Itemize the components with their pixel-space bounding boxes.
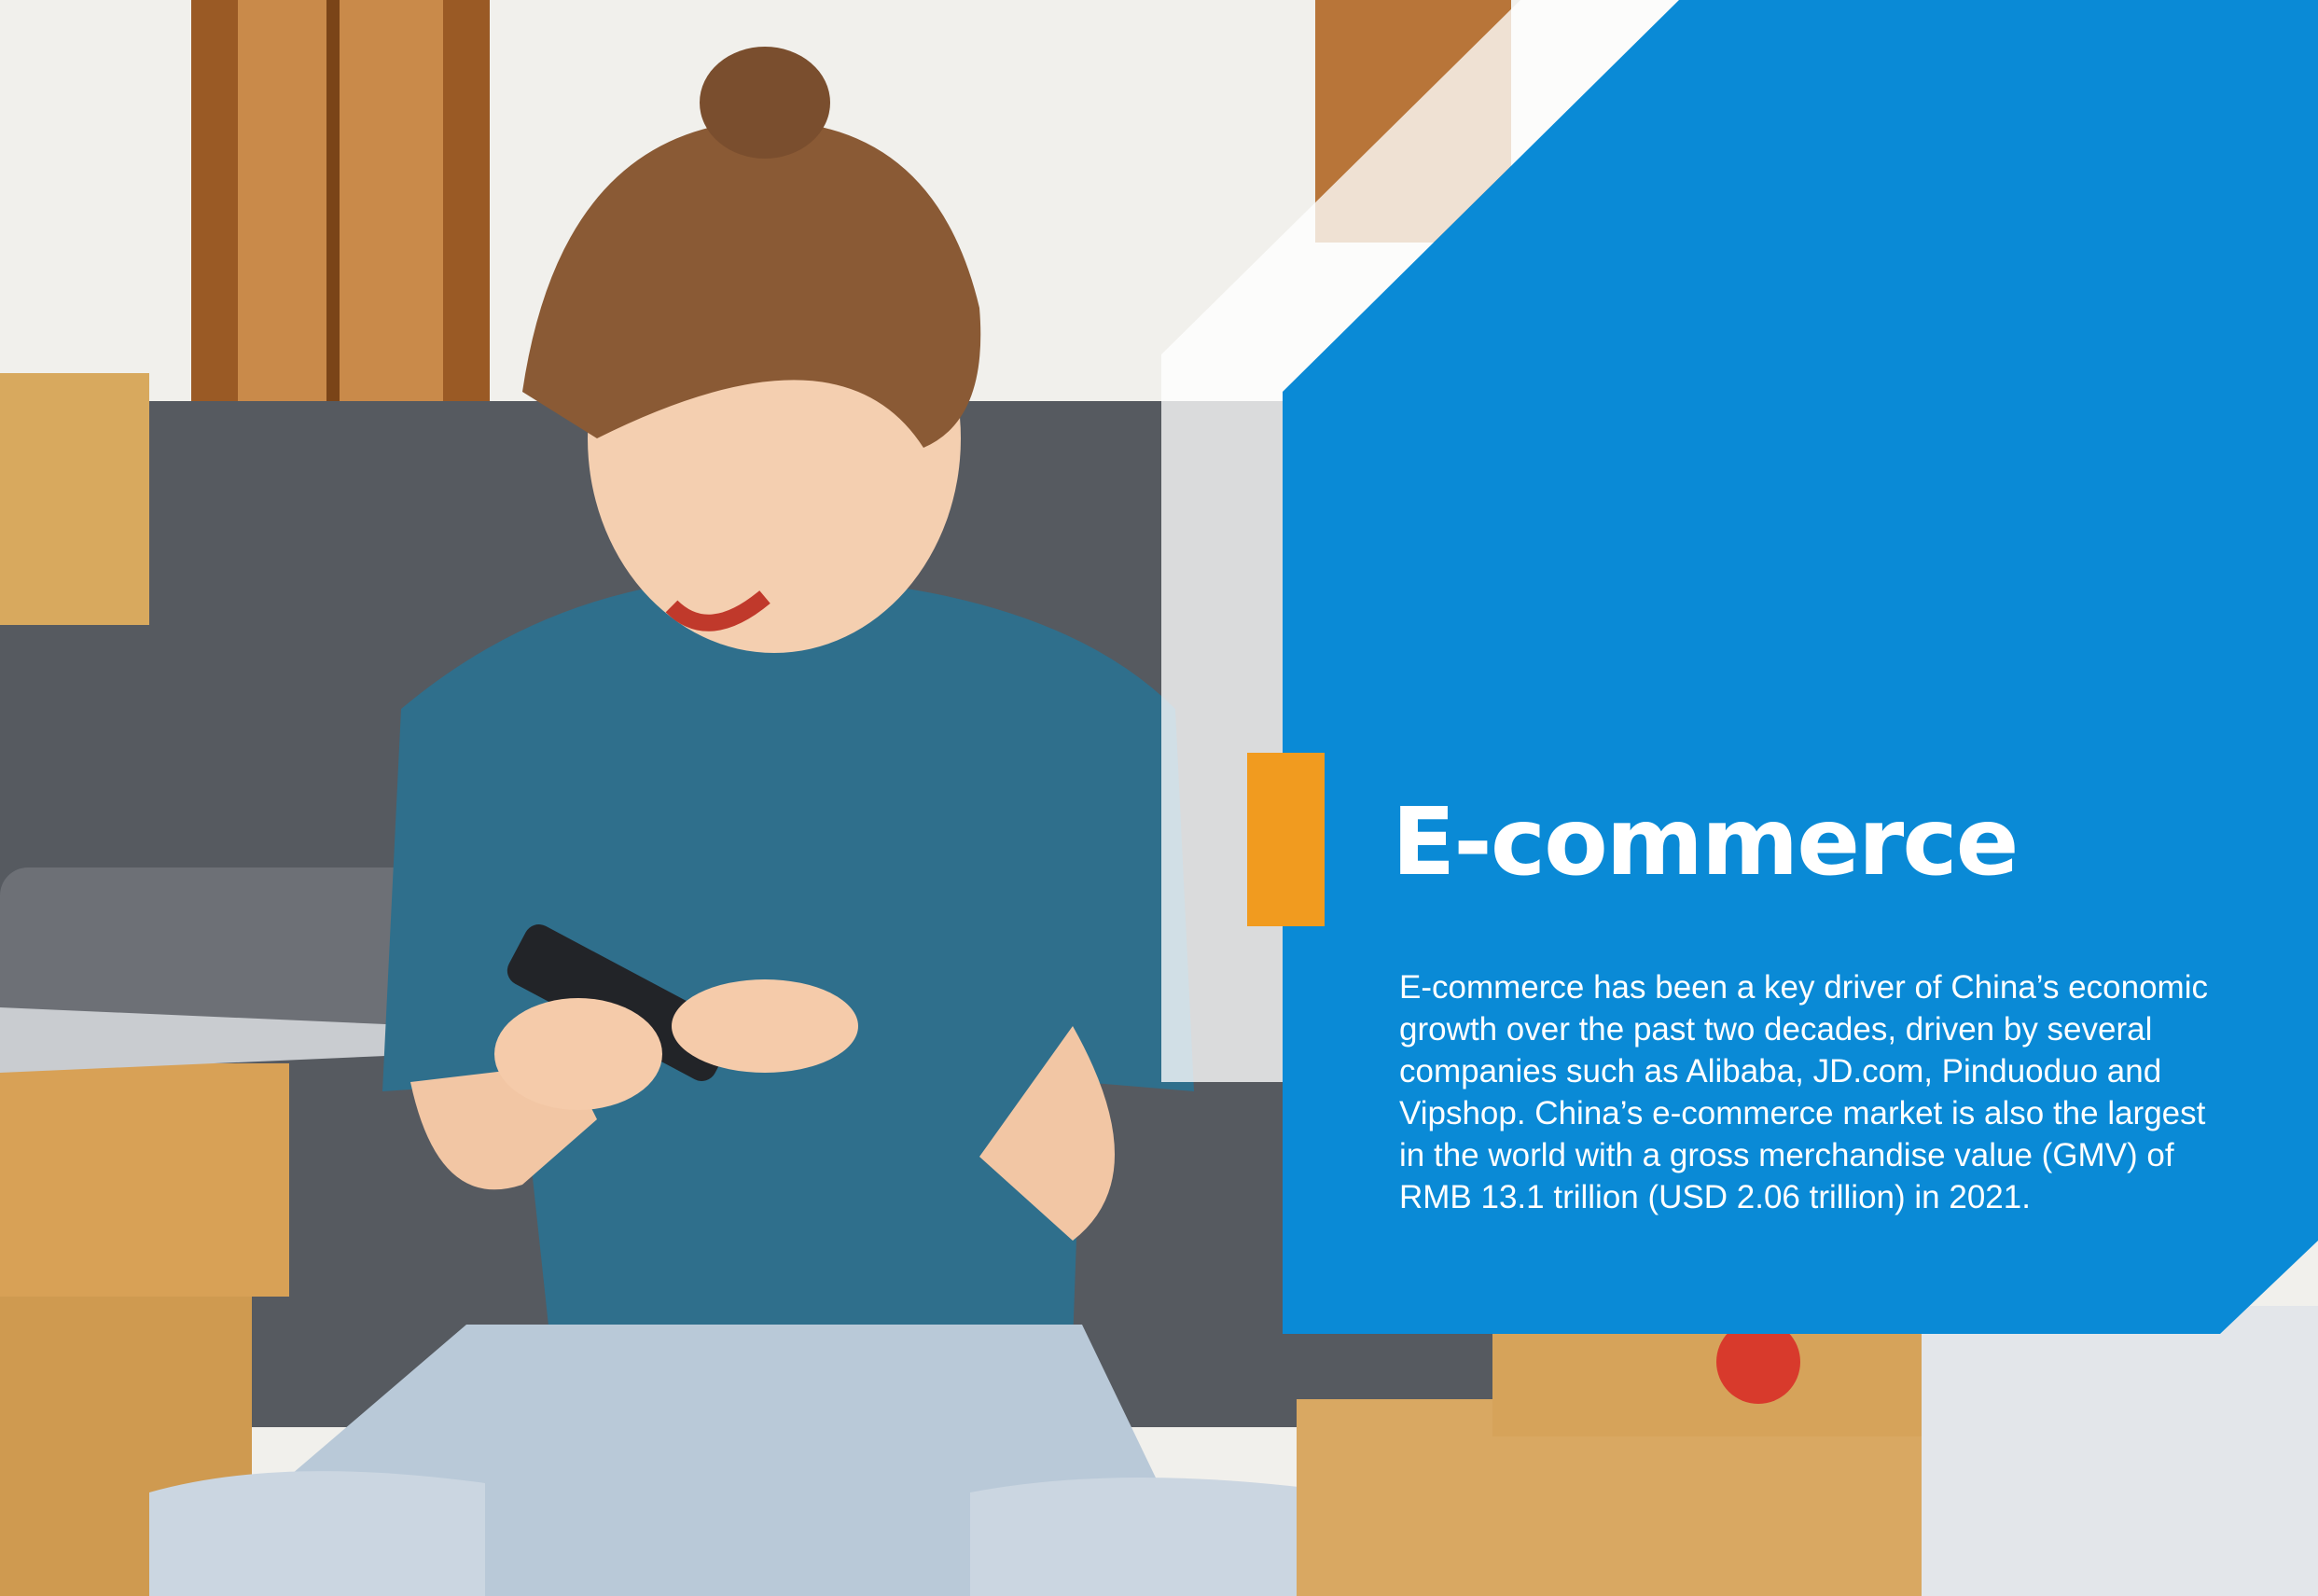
accent-bar bbox=[1247, 753, 1325, 926]
page-title: E-commerce bbox=[1392, 787, 2019, 896]
body-paragraph: E-commerce has been a key driver of Chin… bbox=[1399, 969, 2208, 1215]
